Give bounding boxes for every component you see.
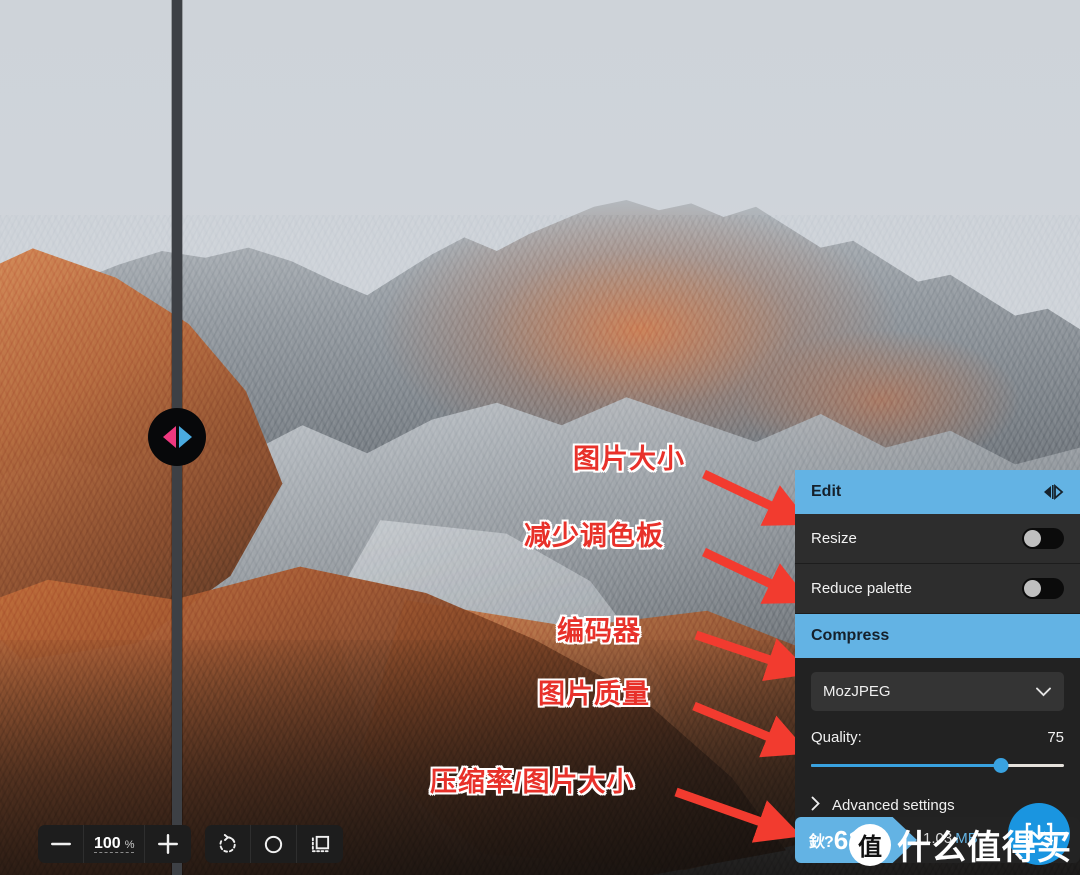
rotate-button[interactable] (205, 825, 252, 863)
resize-row[interactable]: Resize (795, 514, 1080, 564)
app-root: 图片大小 减少调色板 编码器 图片质量 压缩率/图片大小 Edit Resize… (0, 0, 1080, 875)
view-toolbar: 100 % (38, 825, 344, 863)
circle-icon (265, 835, 283, 853)
resize-label: Resize (811, 530, 857, 547)
ratio-number: 61 (833, 824, 863, 855)
annotation-label-ratio-size: 压缩率/图片大小 (430, 767, 635, 797)
size-unit: MB (955, 830, 978, 847)
view-mode-controls (205, 825, 344, 863)
select-frame-icon (311, 835, 330, 852)
quality-slider[interactable] (811, 758, 1064, 774)
chevron-right-icon (811, 796, 820, 815)
quality-label: Quality: (811, 729, 862, 746)
quality-value: 75 (1047, 729, 1064, 746)
edit-section-title: Edit (811, 483, 842, 500)
output-file-size: 1.03 MB (923, 830, 978, 847)
reduce-palette-toggle[interactable] (1022, 578, 1064, 599)
download-button[interactable] (1008, 803, 1070, 865)
compress-section-title: Compress (811, 627, 890, 644)
encoder-select-wrap: MozJPEG (811, 672, 1064, 711)
minus-icon (50, 842, 71, 846)
zoom-controls: 100 % (38, 825, 192, 863)
zoom-level-unit: % (124, 838, 135, 851)
edit-section-header[interactable]: Edit (795, 470, 1080, 514)
size-number: 1.03 (923, 830, 953, 847)
collapse-arrows-icon[interactable] (1042, 483, 1064, 501)
quality-slider-knob[interactable] (993, 758, 1009, 773)
ratio-percent-sign: % (866, 827, 879, 842)
annotation-label-reduce-palette: 减少调色板 (524, 521, 664, 551)
zoom-level-value: 100 (94, 834, 121, 852)
advanced-settings-label: Advanced settings (832, 797, 955, 814)
download-icon (1025, 822, 1053, 846)
rotate-icon (220, 833, 237, 853)
annotation-label-image-quality: 图片质量 (538, 679, 650, 709)
triangle-left-icon (162, 426, 176, 448)
annotation-label-encoder: 编码器 (557, 616, 641, 646)
quality-slider-fill (811, 764, 1001, 767)
quality-row: Quality: 75 (811, 729, 1064, 746)
plus-icon (158, 834, 179, 854)
zoom-in-button[interactable] (145, 825, 191, 863)
zoom-level-display[interactable]: 100 % (84, 825, 146, 863)
zoom-out-button[interactable] (38, 825, 84, 863)
select-frame-button[interactable] (297, 825, 343, 863)
encoder-select[interactable]: MozJPEG (811, 672, 1064, 711)
circle-toggle-button[interactable] (251, 825, 298, 863)
triangle-right-icon (178, 426, 192, 448)
comparison-drag-handle[interactable] (148, 408, 206, 466)
compress-section-header[interactable]: Compress (795, 614, 1080, 658)
compression-ratio-badge: 鈥? 61 % (795, 817, 917, 863)
resize-toggle[interactable] (1022, 528, 1064, 549)
settings-panel: Edit Resize Reduce palette Compress MozJ… (795, 470, 1080, 829)
reduce-palette-label: Reduce palette (811, 580, 912, 597)
reduce-palette-row[interactable]: Reduce palette (795, 564, 1080, 614)
annotation-label-image-size: 图片大小 (573, 444, 685, 474)
ratio-prefix: 鈥? (809, 834, 834, 851)
